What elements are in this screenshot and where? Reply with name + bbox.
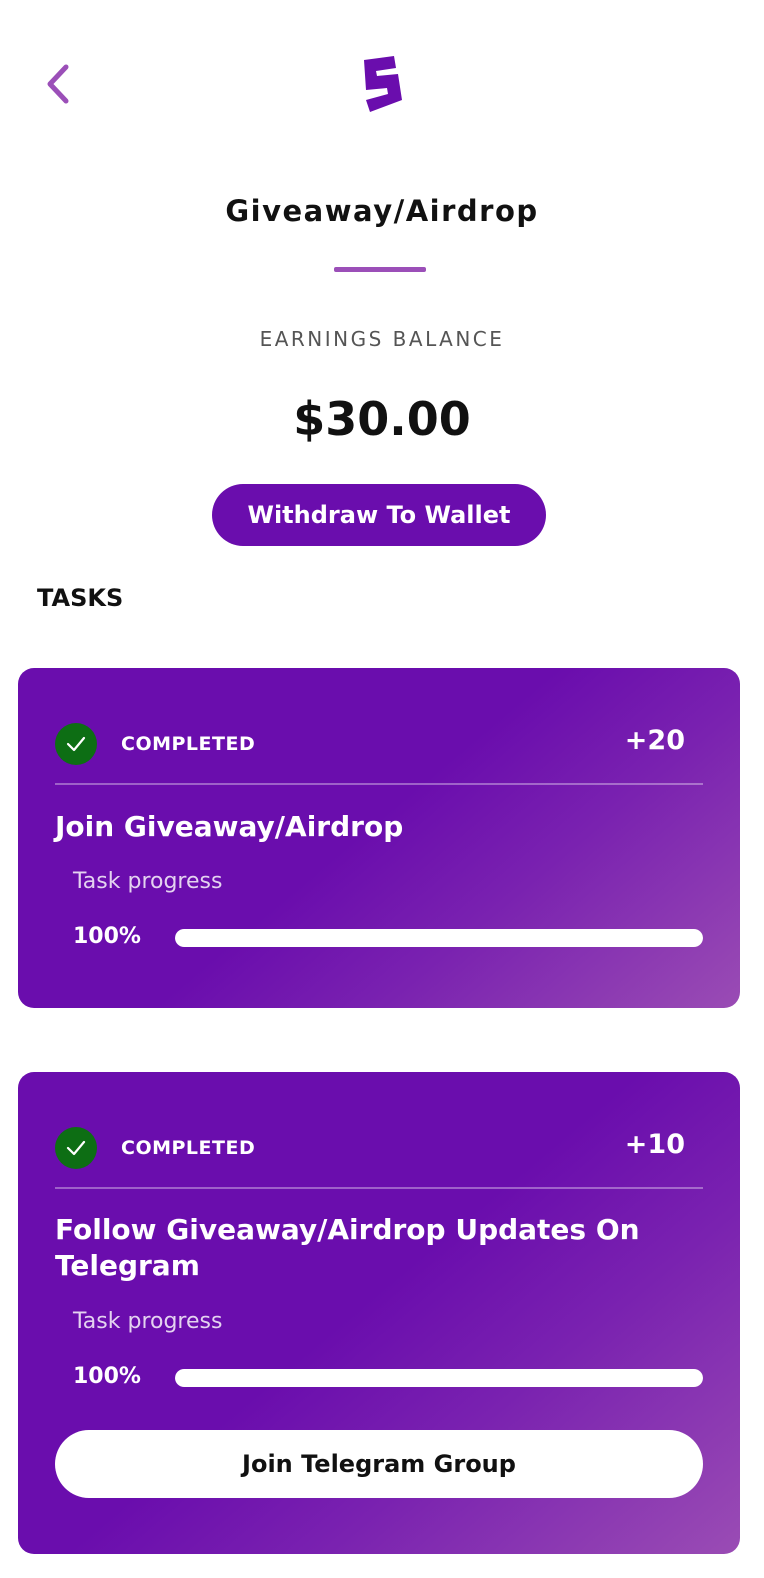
completed-check-icon xyxy=(55,723,97,765)
earnings-balance-amount: $30.00 xyxy=(293,392,471,446)
task-progress-label: Task progress xyxy=(73,1309,223,1334)
task-title: Join Giveaway/Airdrop xyxy=(55,810,404,843)
task-progress-bar xyxy=(175,1369,703,1387)
brand-s-logo xyxy=(364,56,402,112)
task-points: +10 xyxy=(624,1129,685,1160)
page-title: Giveaway/Airdrop xyxy=(225,194,539,228)
task-card: COMPLETED +20 Join Giveaway/Airdrop Task… xyxy=(18,668,740,1008)
title-underline xyxy=(334,267,426,272)
completed-check-icon xyxy=(55,1127,97,1169)
earnings-balance-label: EARNINGS BALANCE xyxy=(259,327,505,351)
task-progress-label: Task progress xyxy=(73,869,223,894)
join-telegram-group-button[interactable]: Join Telegram Group xyxy=(55,1430,703,1498)
back-button[interactable] xyxy=(38,60,78,108)
tasks-heading: TASKS xyxy=(37,584,124,612)
task-divider xyxy=(55,783,703,785)
task-status: COMPLETED xyxy=(121,1137,256,1159)
task-progress-fill xyxy=(175,1369,703,1387)
task-progress-fill xyxy=(175,929,703,947)
task-points: +20 xyxy=(624,725,685,756)
withdraw-to-wallet-button[interactable]: Withdraw To Wallet xyxy=(212,484,546,546)
task-progress-bar xyxy=(175,929,703,947)
task-title: Follow Giveaway/Airdrop Updates On Teleg… xyxy=(55,1213,640,1282)
task-progress-percent: 100% xyxy=(73,924,141,949)
task-status: COMPLETED xyxy=(121,733,256,755)
chevron-left-icon xyxy=(47,64,69,104)
task-card: COMPLETED +10 Follow Giveaway/Airdrop Up… xyxy=(18,1072,740,1554)
task-progress-percent: 100% xyxy=(73,1364,141,1389)
task-divider xyxy=(55,1187,703,1189)
